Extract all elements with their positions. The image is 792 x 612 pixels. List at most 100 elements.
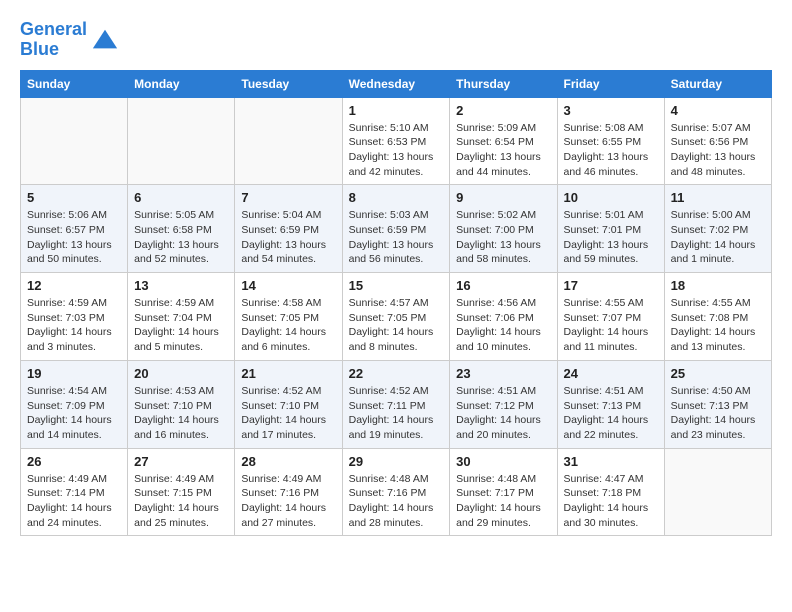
day-info: Sunrise: 4:47 AM Sunset: 7:18 PM Dayligh… [564,472,658,531]
calendar-day-cell: 8 Sunrise: 5:03 AM Sunset: 6:59 PM Daylig… [342,185,450,273]
day-info: Sunrise: 4:55 AM Sunset: 7:07 PM Dayligh… [564,296,658,355]
logo-icon [91,26,119,54]
calendar-day-cell: 14 Sunrise: 4:58 AM Sunset: 7:05 PM Dayli… [235,273,342,361]
day-info: Sunrise: 4:55 AM Sunset: 7:08 PM Dayligh… [671,296,765,355]
day-info: Sunrise: 4:57 AM Sunset: 7:05 PM Dayligh… [349,296,444,355]
day-number: 19 [27,366,121,381]
calendar-day-cell: 17 Sunrise: 4:55 AM Sunset: 7:07 PM Dayli… [557,273,664,361]
calendar-day-cell: 20 Sunrise: 4:53 AM Sunset: 7:10 PM Dayli… [128,360,235,448]
calendar-week-row: 19 Sunrise: 4:54 AM Sunset: 7:09 PM Dayli… [21,360,772,448]
day-number: 26 [27,454,121,469]
day-number: 6 [134,190,228,205]
calendar-body: 1Sunrise: 5:10 AM Sunset: 6:53 PM Daylig… [21,97,772,536]
day-info: Sunrise: 5:08 AM Sunset: 6:55 PM Dayligh… [564,121,658,180]
day-number: 5 [27,190,121,205]
calendar-day-cell: 28Sunrise: 4:49 AM Sunset: 7:16 PM Dayli… [235,448,342,536]
day-number: 20 [134,366,228,381]
day-info: Sunrise: 5:03 AM Sunset: 6:59 PM Dayligh… [349,208,444,267]
logo-text: General Blue [20,20,87,60]
weekday-header: Wednesday [342,70,450,97]
calendar-day-cell: 24 Sunrise: 4:51 AM Sunset: 7:13 PM Dayli… [557,360,664,448]
calendar-day-cell: 15 Sunrise: 4:57 AM Sunset: 7:05 PM Dayli… [342,273,450,361]
day-info: Sunrise: 4:56 AM Sunset: 7:06 PM Dayligh… [456,296,550,355]
calendar-day-cell: 5 Sunrise: 5:06 AM Sunset: 6:57 PM Daylig… [21,185,128,273]
day-info: Sunrise: 5:06 AM Sunset: 6:57 PM Dayligh… [27,208,121,267]
calendar-day-cell: 29Sunrise: 4:48 AM Sunset: 7:16 PM Dayli… [342,448,450,536]
calendar-day-cell: 26 Sunrise: 4:49 AM Sunset: 7:14 PM Dayli… [21,448,128,536]
day-number: 15 [349,278,444,293]
calendar-week-row: 5 Sunrise: 5:06 AM Sunset: 6:57 PM Daylig… [21,185,772,273]
day-number: 25 [671,366,765,381]
calendar-day-cell: 10 Sunrise: 5:01 AM Sunset: 7:01 PM Dayli… [557,185,664,273]
calendar-day-cell: 4 Sunrise: 5:07 AM Sunset: 6:56 PM Daylig… [664,97,771,185]
calendar-day-cell: 2Sunrise: 5:09 AM Sunset: 6:54 PM Daylig… [450,97,557,185]
day-number: 4 [671,103,765,118]
weekday-header: Thursday [450,70,557,97]
day-number: 29 [349,454,444,469]
day-info: Sunrise: 5:01 AM Sunset: 7:01 PM Dayligh… [564,208,658,267]
calendar-day-cell: 18 Sunrise: 4:55 AM Sunset: 7:08 PM Dayli… [664,273,771,361]
day-number: 16 [456,278,550,293]
day-number: 24 [564,366,658,381]
page-header: General Blue [20,20,772,60]
calendar-day-cell: 3Sunrise: 5:08 AM Sunset: 6:55 PM Daylig… [557,97,664,185]
weekday-header: Monday [128,70,235,97]
day-number: 14 [241,278,335,293]
logo: General Blue [20,20,119,60]
calendar-day-cell: 1Sunrise: 5:10 AM Sunset: 6:53 PM Daylig… [342,97,450,185]
day-number: 23 [456,366,550,381]
weekday-header: Saturday [664,70,771,97]
calendar-day-cell: 11 Sunrise: 5:00 AM Sunset: 7:02 PM Dayli… [664,185,771,273]
calendar-week-row: 26 Sunrise: 4:49 AM Sunset: 7:14 PM Dayli… [21,448,772,536]
day-number: 9 [456,190,550,205]
day-info: Sunrise: 5:07 AM Sunset: 6:56 PM Dayligh… [671,121,765,180]
day-number: 13 [134,278,228,293]
day-info: Sunrise: 4:59 AM Sunset: 7:04 PM Dayligh… [134,296,228,355]
day-info: Sunrise: 4:51 AM Sunset: 7:12 PM Dayligh… [456,384,550,443]
day-info: Sunrise: 4:53 AM Sunset: 7:10 PM Dayligh… [134,384,228,443]
day-info: Sunrise: 4:50 AM Sunset: 7:13 PM Dayligh… [671,384,765,443]
day-info: Sunrise: 4:52 AM Sunset: 7:11 PM Dayligh… [349,384,444,443]
calendar-day-cell: 12Sunrise: 4:59 AM Sunset: 7:03 PM Dayli… [21,273,128,361]
calendar-day-cell: 19 Sunrise: 4:54 AM Sunset: 7:09 PM Dayli… [21,360,128,448]
calendar-day-cell: 30 Sunrise: 4:48 AM Sunset: 7:17 PM Dayli… [450,448,557,536]
day-info: Sunrise: 5:00 AM Sunset: 7:02 PM Dayligh… [671,208,765,267]
calendar-day-cell: 13 Sunrise: 4:59 AM Sunset: 7:04 PM Dayli… [128,273,235,361]
calendar-table: SundayMondayTuesdayWednesdayThursdayFrid… [20,70,772,537]
day-number: 17 [564,278,658,293]
day-info: Sunrise: 4:49 AM Sunset: 7:14 PM Dayligh… [27,472,121,531]
day-info: Sunrise: 4:58 AM Sunset: 7:05 PM Dayligh… [241,296,335,355]
calendar-day-cell [21,97,128,185]
day-info: Sunrise: 4:48 AM Sunset: 7:17 PM Dayligh… [456,472,550,531]
day-number: 11 [671,190,765,205]
day-number: 18 [671,278,765,293]
day-info: Sunrise: 4:49 AM Sunset: 7:16 PM Dayligh… [241,472,335,531]
calendar-day-cell [664,448,771,536]
calendar-header-row: SundayMondayTuesdayWednesdayThursdayFrid… [21,70,772,97]
day-number: 8 [349,190,444,205]
day-info: Sunrise: 5:10 AM Sunset: 6:53 PM Dayligh… [349,121,444,180]
day-number: 22 [349,366,444,381]
day-number: 12 [27,278,121,293]
day-info: Sunrise: 4:54 AM Sunset: 7:09 PM Dayligh… [27,384,121,443]
day-number: 31 [564,454,658,469]
calendar-day-cell [128,97,235,185]
calendar-day-cell: 9 Sunrise: 5:02 AM Sunset: 7:00 PM Daylig… [450,185,557,273]
day-number: 30 [456,454,550,469]
day-info: Sunrise: 5:02 AM Sunset: 7:00 PM Dayligh… [456,208,550,267]
weekday-header: Friday [557,70,664,97]
day-number: 10 [564,190,658,205]
day-number: 21 [241,366,335,381]
calendar-day-cell: 25 Sunrise: 4:50 AM Sunset: 7:13 PM Dayli… [664,360,771,448]
calendar-day-cell: 27Sunrise: 4:49 AM Sunset: 7:15 PM Dayli… [128,448,235,536]
day-info: Sunrise: 5:05 AM Sunset: 6:58 PM Dayligh… [134,208,228,267]
day-info: Sunrise: 4:51 AM Sunset: 7:13 PM Dayligh… [564,384,658,443]
day-info: Sunrise: 4:49 AM Sunset: 7:15 PM Dayligh… [134,472,228,531]
weekday-header: Tuesday [235,70,342,97]
calendar-day-cell: 23 Sunrise: 4:51 AM Sunset: 7:12 PM Dayli… [450,360,557,448]
day-number: 7 [241,190,335,205]
calendar-day-cell: 31 Sunrise: 4:47 AM Sunset: 7:18 PM Dayli… [557,448,664,536]
calendar-week-row: 1Sunrise: 5:10 AM Sunset: 6:53 PM Daylig… [21,97,772,185]
day-info: Sunrise: 5:04 AM Sunset: 6:59 PM Dayligh… [241,208,335,267]
calendar-day-cell: 21Sunrise: 4:52 AM Sunset: 7:10 PM Dayli… [235,360,342,448]
